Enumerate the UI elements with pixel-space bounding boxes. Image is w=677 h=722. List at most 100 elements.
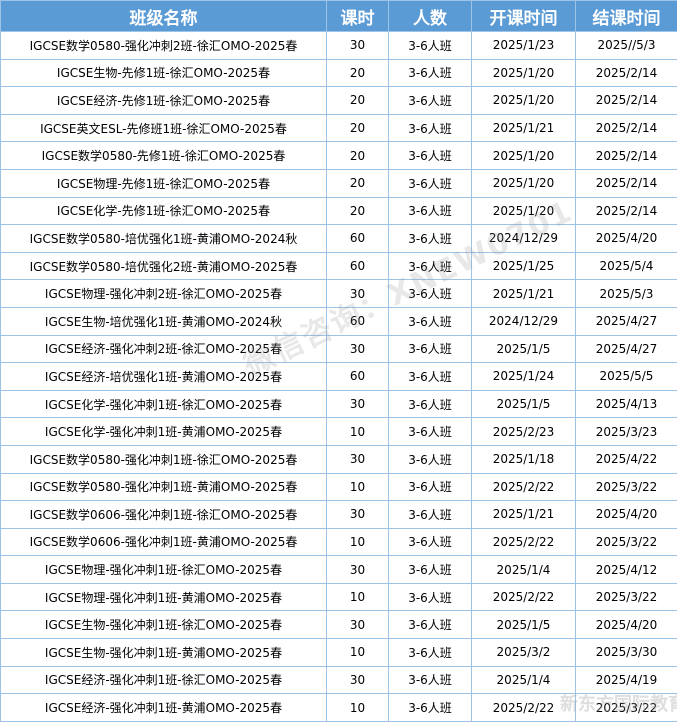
header-class-name: 班级名称 (1, 1, 327, 32)
cell-class-size: 3-6人班 (389, 114, 472, 142)
table-row: IGCSE经济-强化冲刺1班-徐汇OMO-2025春303-6人班2025/1/… (1, 666, 677, 694)
cell-class-name: IGCSE化学-先修1班-徐汇OMO-2025春 (1, 197, 327, 225)
cell-hours: 30 (327, 280, 389, 308)
cell-class-name: IGCSE物理-强化冲刺1班-黄浦OMO-2025春 (1, 583, 327, 611)
cell-end-date: 2025/4/20 (576, 501, 677, 529)
cell-start-date: 2025/1/4 (472, 556, 576, 584)
cell-end-date: 2025/2/14 (576, 142, 677, 170)
cell-class-size: 3-6人班 (389, 390, 472, 418)
cell-end-date: 2025/2/14 (576, 114, 677, 142)
cell-class-name: IGCSE数学0606-强化冲刺1班-黄浦OMO-2025春 (1, 528, 327, 556)
cell-class-size: 3-6人班 (389, 556, 472, 584)
table-row: IGCSE数学0580-强化冲刺2班-徐汇OMO-2025春303-6人班202… (1, 32, 677, 60)
cell-class-size: 3-6人班 (389, 197, 472, 225)
cell-hours: 10 (327, 694, 389, 722)
header-class-size: 人数 (389, 1, 472, 32)
cell-class-size: 3-6人班 (389, 445, 472, 473)
cell-end-date: 2025/2/14 (576, 197, 677, 225)
cell-class-size: 3-6人班 (389, 32, 472, 60)
cell-class-size: 3-6人班 (389, 666, 472, 694)
table-row: IGCSE经济-先修1班-徐汇OMO-2025春203-6人班2025/1/20… (1, 87, 677, 115)
cell-class-size: 3-6人班 (389, 473, 472, 501)
cell-end-date: 2025/3/22 (576, 473, 677, 501)
cell-end-date: 2025/5/3 (576, 280, 677, 308)
cell-start-date: 2025/1/21 (472, 501, 576, 529)
cell-class-name: IGCSE数学0606-强化冲刺1班-徐汇OMO-2025春 (1, 501, 327, 529)
table-header-row: 班级名称 课时 人数 开课时间 结课时间 (1, 1, 677, 32)
cell-start-date: 2025/1/25 (472, 252, 576, 280)
cell-class-name: IGCSE化学-强化冲刺1班-徐汇OMO-2025春 (1, 390, 327, 418)
cell-class-size: 3-6人班 (389, 501, 472, 529)
table-row: IGCSE物理-强化冲刺2班-徐汇OMO-2025春303-6人班2025/1/… (1, 280, 677, 308)
table-row: IGCSE数学0580-先修1班-徐汇OMO-2025春203-6人班2025/… (1, 142, 677, 170)
cell-hours: 30 (327, 666, 389, 694)
cell-class-size: 3-6人班 (389, 583, 472, 611)
table-row: IGCSE数学0580-强化冲刺1班-黄浦OMO-2025春103-6人班202… (1, 473, 677, 501)
cell-hours: 30 (327, 501, 389, 529)
cell-end-date: 2025/3/22 (576, 694, 677, 722)
cell-start-date: 2025/1/5 (472, 611, 576, 639)
cell-class-name: IGCSE生物-强化冲刺1班-徐汇OMO-2025春 (1, 611, 327, 639)
cell-end-date: 2025/4/22 (576, 445, 677, 473)
cell-class-name: IGCSE物理-强化冲刺1班-徐汇OMO-2025春 (1, 556, 327, 584)
cell-class-name: IGCSE生物-强化冲刺1班-黄浦OMO-2025春 (1, 639, 327, 667)
cell-start-date: 2025/1/20 (472, 142, 576, 170)
cell-start-date: 2025/1/20 (472, 87, 576, 115)
cell-end-date: 2025/2/14 (576, 87, 677, 115)
cell-hours: 30 (327, 556, 389, 584)
cell-hours: 30 (327, 390, 389, 418)
cell-hours: 60 (327, 252, 389, 280)
cell-start-date: 2024/12/29 (472, 225, 576, 253)
cell-end-date: 2025/4/13 (576, 390, 677, 418)
cell-start-date: 2025/2/22 (472, 473, 576, 501)
cell-class-name: IGCSE经济-先修1班-徐汇OMO-2025春 (1, 87, 327, 115)
cell-end-date: 2025/3/23 (576, 418, 677, 446)
table-row: IGCSE生物-培优强化1班-黄浦OMO-2024秋603-6人班2024/12… (1, 307, 677, 335)
cell-class-name: IGCSE物理-强化冲刺2班-徐汇OMO-2025春 (1, 280, 327, 308)
cell-end-date: 2025/5/5 (576, 363, 677, 391)
cell-end-date: 2025/4/12 (576, 556, 677, 584)
cell-start-date: 2025/2/22 (472, 583, 576, 611)
cell-hours: 10 (327, 528, 389, 556)
cell-class-name: IGCSE物理-先修1班-徐汇OMO-2025春 (1, 169, 327, 197)
cell-class-size: 3-6人班 (389, 639, 472, 667)
cell-start-date: 2025/1/5 (472, 335, 576, 363)
cell-hours: 20 (327, 87, 389, 115)
header-end-date: 结课时间 (576, 1, 677, 32)
table-row: IGCSE化学-强化冲刺1班-徐汇OMO-2025春303-6人班2025/1/… (1, 390, 677, 418)
cell-class-name: IGCSE经济-强化冲刺1班-黄浦OMO-2025春 (1, 694, 327, 722)
cell-hours: 60 (327, 307, 389, 335)
table-row: IGCSE经济-强化冲刺1班-黄浦OMO-2025春103-6人班2025/2/… (1, 694, 677, 722)
table-row: IGCSE物理-强化冲刺1班-徐汇OMO-2025春303-6人班2025/1/… (1, 556, 677, 584)
cell-start-date: 2025/1/18 (472, 445, 576, 473)
cell-class-name: IGCSE生物-培优强化1班-黄浦OMO-2024秋 (1, 307, 327, 335)
cell-class-size: 3-6人班 (389, 611, 472, 639)
cell-hours: 10 (327, 639, 389, 667)
cell-class-name: IGCSE经济-强化冲刺1班-徐汇OMO-2025春 (1, 666, 327, 694)
cell-start-date: 2025/1/20 (472, 169, 576, 197)
cell-hours: 10 (327, 418, 389, 446)
cell-start-date: 2025/1/20 (472, 59, 576, 87)
table-row: IGCSE生物-强化冲刺1班-徐汇OMO-2025春303-6人班2025/1/… (1, 611, 677, 639)
cell-end-date: 2025/4/20 (576, 225, 677, 253)
cell-class-name: IGCSE数学0580-强化冲刺1班-黄浦OMO-2025春 (1, 473, 327, 501)
cell-end-date: 2025/3/30 (576, 639, 677, 667)
cell-start-date: 2025/1/21 (472, 114, 576, 142)
cell-end-date: 2025/3/22 (576, 583, 677, 611)
cell-class-size: 3-6人班 (389, 142, 472, 170)
cell-start-date: 2025/3/2 (472, 639, 576, 667)
cell-start-date: 2025/1/24 (472, 363, 576, 391)
cell-hours: 30 (327, 32, 389, 60)
cell-class-name: IGCSE经济-培优强化1班-黄浦OMO-2025春 (1, 363, 327, 391)
cell-class-size: 3-6人班 (389, 528, 472, 556)
cell-class-name: IGCSE经济-强化冲刺2班-徐汇OMO-2025春 (1, 335, 327, 363)
cell-hours: 20 (327, 197, 389, 225)
table-row: IGCSE数学0606-强化冲刺1班-黄浦OMO-2025春103-6人班202… (1, 528, 677, 556)
table-row: IGCSE数学0580-培优强化2班-黄浦OMO-2025春603-6人班202… (1, 252, 677, 280)
cell-end-date: 2025/4/27 (576, 307, 677, 335)
table-row: IGCSE数学0606-强化冲刺1班-徐汇OMO-2025春303-6人班202… (1, 501, 677, 529)
cell-class-name: IGCSE化学-强化冲刺1班-黄浦OMO-2025春 (1, 418, 327, 446)
cell-class-size: 3-6人班 (389, 694, 472, 722)
cell-end-date: 2025/4/27 (576, 335, 677, 363)
cell-hours: 10 (327, 583, 389, 611)
